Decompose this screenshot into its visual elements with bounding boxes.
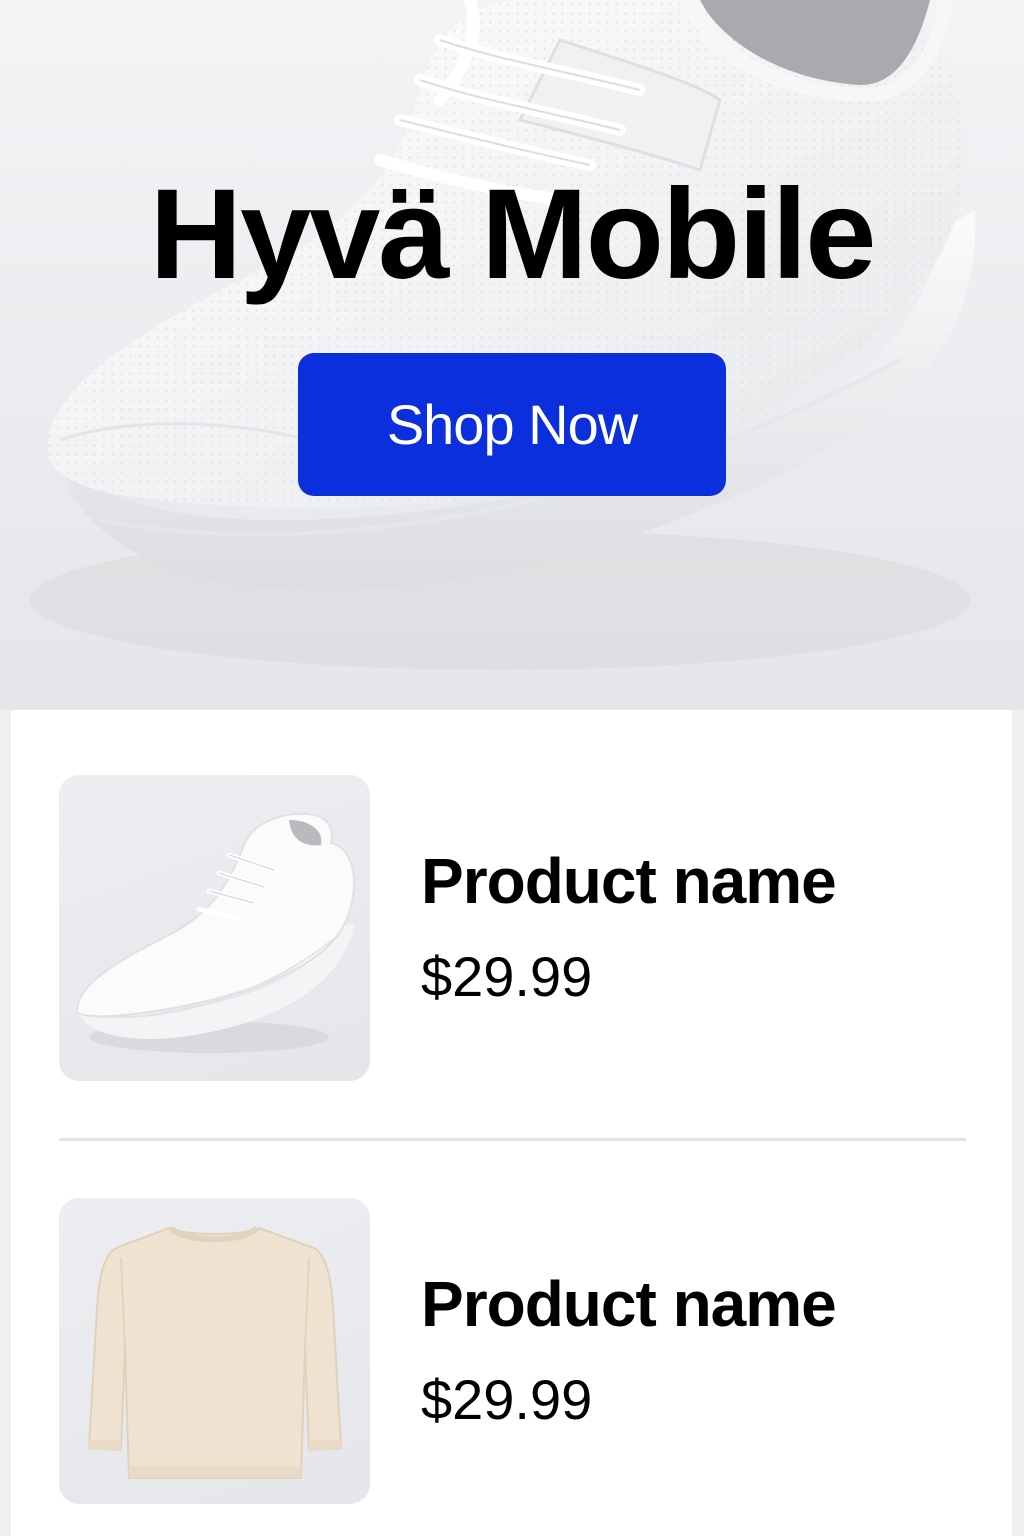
shop-now-button[interactable]: Shop Now: [298, 353, 726, 496]
list-item[interactable]: Product name $29.99: [59, 775, 965, 1081]
product-info: Product name $29.99: [421, 1198, 837, 1504]
hero-banner: Hyvä Mobile Shop Now: [0, 0, 1024, 710]
list-item[interactable]: Product name $29.99: [59, 1198, 965, 1504]
white-sneaker-image: [75, 812, 355, 1053]
product-price: $29.99: [421, 945, 593, 1008]
product-price: $29.99: [421, 1368, 593, 1431]
divider: [59, 1138, 966, 1141]
beige-sweater-image: [87, 1225, 343, 1479]
product-thumbnail[interactable]: [59, 1198, 370, 1504]
product-thumbnail[interactable]: [59, 775, 370, 1081]
product-info: Product name $29.99: [421, 775, 837, 1081]
product-name[interactable]: Product name: [421, 1267, 837, 1341]
app-screen: Hyvä Mobile Shop Now Product name $29.99…: [0, 0, 1024, 1536]
product-list: Product name $29.99 Product name $29.99: [11, 710, 1012, 1536]
hero-title: Hyvä Mobile: [149, 163, 877, 306]
product-name[interactable]: Product name: [421, 844, 837, 918]
